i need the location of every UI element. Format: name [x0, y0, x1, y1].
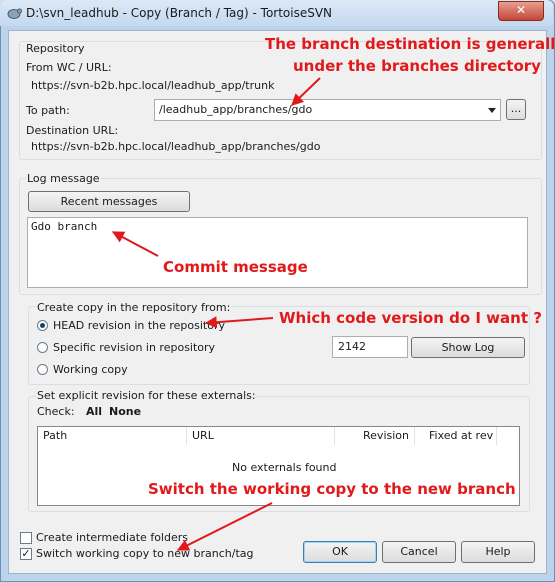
annotation-arrows [111, 77, 321, 551]
arrow-to-path [291, 77, 321, 106]
arrow-to-log-message [111, 231, 159, 257]
arrow-to-switch-checkbox [176, 502, 273, 551]
arrow-to-head-revision [204, 316, 274, 329]
